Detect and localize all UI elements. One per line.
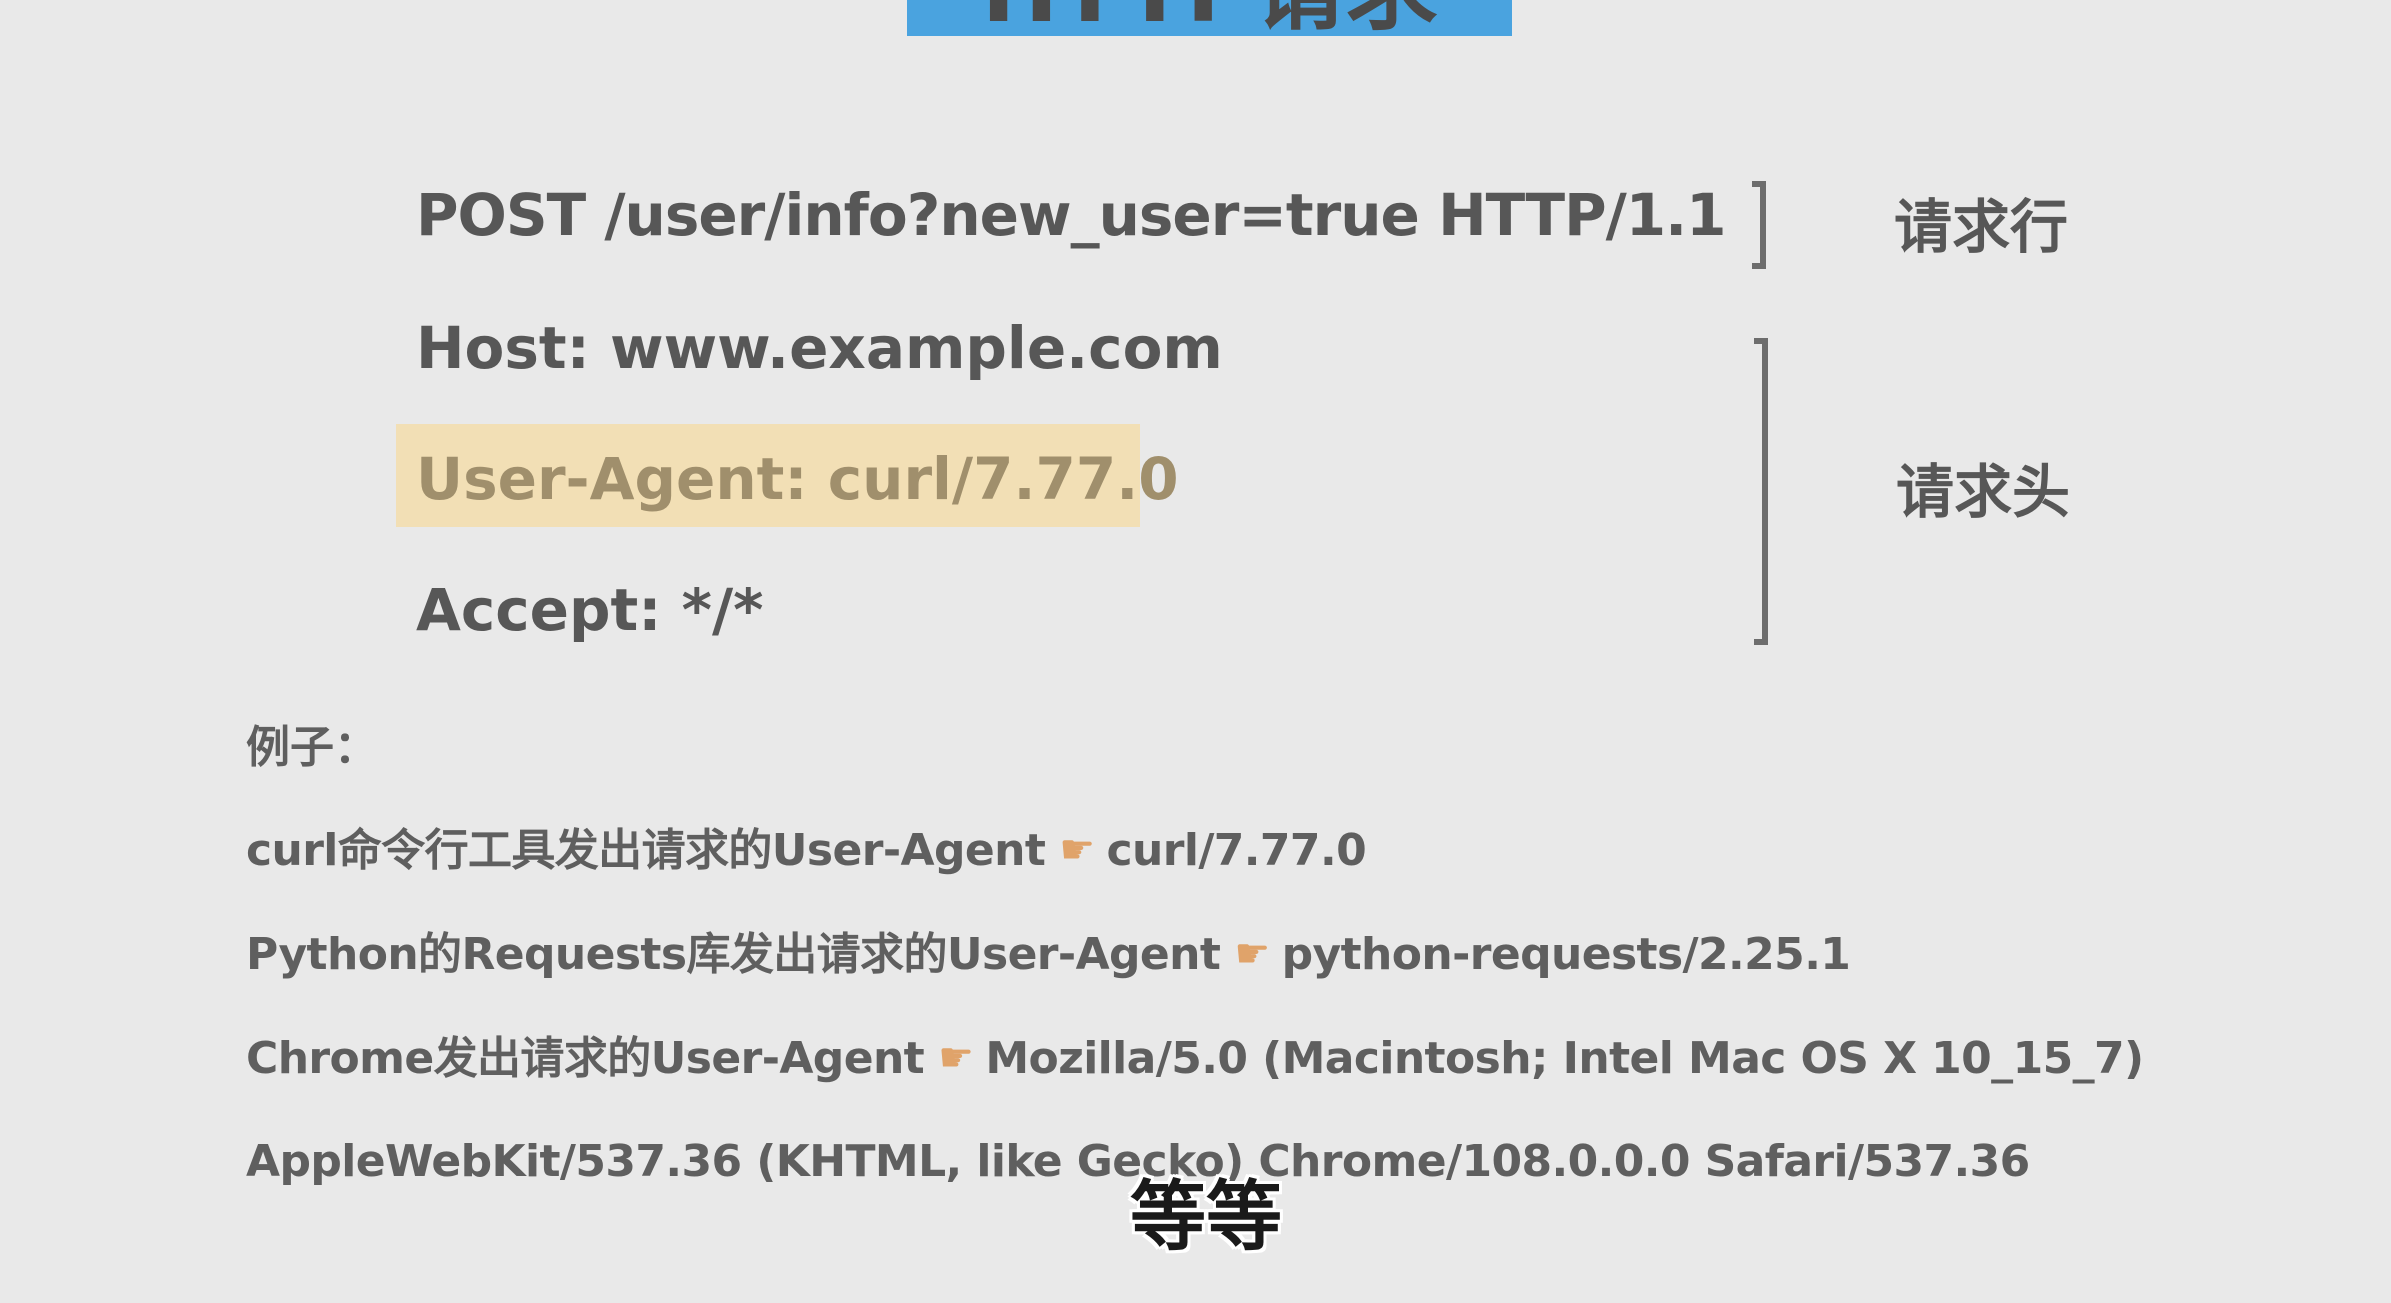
example-chrome: Chrome发出请求的User-Agent ☛ Mozilla/5.0 (Macin… xyxy=(246,1031,2144,1086)
pointing-hand-icon: ☛ xyxy=(1059,827,1095,873)
pointing-hand-icon: ☛ xyxy=(938,1035,974,1081)
host-header: Host: www.example.com xyxy=(416,314,1223,382)
user-agent-header: User-Agent: curl/7.77.0 xyxy=(416,445,1179,513)
example-prefix: Chrome发出请求的User-Agent xyxy=(246,1033,925,1084)
slide-title: HTTP请求 xyxy=(907,0,1512,36)
example-value: python-requests/2.25.1 xyxy=(1281,929,1851,980)
video-subtitle: 等等 xyxy=(1130,1172,1282,1261)
example-value: curl/7.77.0 xyxy=(1106,825,1367,876)
request-line: POST /user/info?new_user=true HTTP/1.1 xyxy=(416,181,1727,249)
examples-title: 例子： xyxy=(246,722,378,773)
request-header-label: 请求头 xyxy=(1896,458,2071,526)
example-value: Mozilla/5.0 (Macintosh; Intel Mac OS X 1… xyxy=(985,1033,2144,1084)
example-prefix: curl命令行工具发出请求的User-Agent xyxy=(246,825,1046,876)
request-line-bracket xyxy=(1752,181,1766,269)
example-python: Python的Requests库发出请求的User-Agent ☛ python-r… xyxy=(246,927,1851,982)
example-prefix: Python的Requests库发出请求的User-Agent xyxy=(246,929,1221,980)
pointing-hand-icon: ☛ xyxy=(1234,931,1270,977)
accept-header: Accept: */* xyxy=(416,576,764,644)
example-curl: curl命令行工具发出请求的User-Agent ☛ curl/7.77.0 xyxy=(246,823,1367,878)
request-header-bracket xyxy=(1754,338,1768,645)
request-line-label: 请求行 xyxy=(1894,193,2069,261)
